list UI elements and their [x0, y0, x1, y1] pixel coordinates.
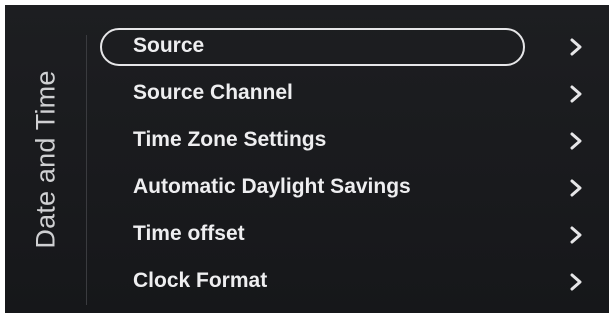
date-time-menu-screen: Date and Time Source Source Channel Time… — [5, 5, 609, 313]
panel-divider — [86, 35, 87, 305]
panel-title: Date and Time — [30, 69, 61, 249]
menu-item-label: Clock Format — [133, 269, 268, 292]
menu-item-clock-format[interactable]: Clock Format — [100, 261, 590, 308]
menu-item-label: Time Zone Settings — [133, 128, 327, 151]
menu-item-time-offset[interactable]: Time offset — [100, 214, 590, 261]
menu-item-source-channel[interactable]: Source Channel — [100, 73, 590, 120]
chevron-right-icon — [570, 226, 582, 244]
menu-item-label: Source — [133, 34, 205, 57]
menu-item-source[interactable]: Source — [100, 26, 590, 73]
chevron-right-icon — [570, 179, 582, 197]
chevron-right-icon — [570, 132, 582, 150]
menu-item-label: Time offset — [133, 222, 245, 245]
settings-menu: Source Source Channel Time Zone Settings… — [100, 26, 590, 308]
menu-item-time-zone-settings[interactable]: Time Zone Settings — [100, 120, 590, 167]
panel-title-container: Date and Time — [5, 5, 87, 313]
menu-item-automatic-daylight-savings[interactable]: Automatic Daylight Savings — [100, 167, 590, 214]
menu-item-label: Source Channel — [133, 81, 293, 104]
chevron-right-icon — [570, 38, 582, 56]
chevron-right-icon — [570, 273, 582, 291]
menu-item-label: Automatic Daylight Savings — [133, 175, 411, 198]
chevron-right-icon — [570, 85, 582, 103]
